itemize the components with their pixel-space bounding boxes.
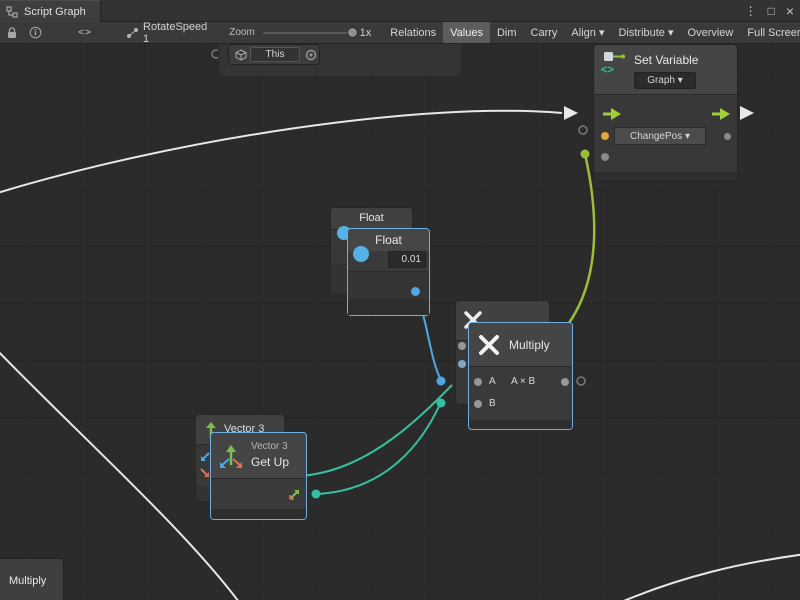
- node-title: Set Variable: [634, 53, 698, 67]
- port-float-output[interactable]: [411, 287, 420, 296]
- port-getup-output[interactable]: [312, 490, 321, 499]
- node-multiply[interactable]: Multiply A A × B B: [468, 322, 573, 430]
- carry-button[interactable]: Carry: [524, 22, 565, 44]
- node-footer: [211, 509, 306, 519]
- window-menu-icon[interactable]: ⋮: [745, 4, 757, 18]
- wire-getup-to-multiply-b: [316, 402, 441, 494]
- lock-icon[interactable]: [6, 26, 18, 39]
- wire-flow-bottom-right: [612, 554, 800, 600]
- tab-label: Script Graph: [24, 6, 86, 18]
- flow-arrow-into-setvariable[interactable]: [564, 106, 578, 120]
- tab-script-graph[interactable]: Script Graph: [0, 0, 101, 22]
- dim-button[interactable]: Dim: [490, 22, 524, 44]
- cube-icon: [235, 49, 247, 61]
- vector3-axes-icon: [217, 443, 245, 469]
- port-wire-end-teal[interactable]: [437, 399, 446, 408]
- script-graph-icon: [6, 6, 18, 18]
- node-title: Float: [331, 208, 412, 224]
- node-multiply-corner[interactable]: Multiply: [0, 558, 64, 600]
- distribute-dropdown-button[interactable]: Distribute ▾: [611, 22, 680, 44]
- flow-arrow-out-right[interactable]: [740, 106, 754, 120]
- values-button[interactable]: Values: [443, 22, 490, 44]
- maximize-icon[interactable]: □: [768, 4, 775, 18]
- vector-value-icon: [287, 488, 301, 502]
- float-icon: [353, 246, 369, 262]
- close-icon[interactable]: ×: [786, 3, 794, 19]
- code-icon[interactable]: <>: [78, 27, 92, 38]
- node-type-label: Vector 3: [251, 441, 288, 452]
- port-setvariable-value[interactable]: [601, 153, 609, 161]
- port-ghost-a[interactable]: [458, 342, 466, 350]
- port-this-output[interactable]: [305, 49, 317, 61]
- node-title: Get Up: [251, 455, 289, 469]
- info-icon[interactable]: [29, 26, 42, 39]
- relations-button[interactable]: Relations: [383, 22, 443, 44]
- port-ghost-b[interactable]: [458, 360, 466, 368]
- float-value-input[interactable]: 0.01: [388, 251, 426, 268]
- node-footer: [348, 299, 429, 315]
- port-multiply-output[interactable]: [561, 378, 569, 386]
- node-getup[interactable]: Vector 3 Get Up: [210, 432, 307, 520]
- window-titlebar: Script Graph ⋮ □ ×: [0, 0, 800, 22]
- svg-text:<>: <>: [601, 64, 614, 76]
- zoom-value: 1x: [360, 27, 372, 39]
- graph-canvas[interactable]: This <> Set Variable Graph ▾: [0, 44, 800, 600]
- multiply-x-icon: [477, 333, 501, 357]
- node-footer: [594, 172, 737, 181]
- port-wire-end-olive[interactable]: [581, 150, 590, 159]
- node-footer: [469, 420, 572, 429]
- port-variable-name[interactable]: [601, 132, 609, 140]
- port-unconnected-multiply-right[interactable]: [577, 377, 585, 385]
- port-unconnected-setvariable-left[interactable]: [579, 126, 587, 134]
- graph-ref-icon: [126, 27, 139, 39]
- node-float[interactable]: Float 0.01: [347, 228, 430, 316]
- flow-output-arrow[interactable]: [711, 107, 731, 121]
- wire-flow-top: [0, 111, 562, 194]
- this-label[interactable]: This: [250, 47, 300, 62]
- node-title: Float: [348, 229, 429, 247]
- port-setvariable-output[interactable]: [724, 133, 731, 140]
- align-dropdown-button[interactable]: Align ▾: [564, 22, 611, 44]
- port-wire-end-blue[interactable]: [437, 377, 446, 386]
- overview-button[interactable]: Overview: [681, 22, 741, 44]
- input-b-label: B: [489, 398, 496, 409]
- port-multiply-b[interactable]: [474, 400, 482, 408]
- graph-toolbar: <> RotateSpeed 1 Zoom 1x Relations Value…: [0, 22, 800, 44]
- wire-multiply-to-setvariable: [546, 154, 594, 348]
- set-variable-icon: <>: [600, 50, 626, 76]
- flow-input-arrow[interactable]: [602, 107, 622, 121]
- zoom-slider[interactable]: [263, 32, 352, 34]
- zoom-slider-handle[interactable]: [347, 27, 358, 38]
- wire-getup-to-multiply-a: [300, 385, 452, 476]
- node-title: Multiply: [0, 559, 63, 587]
- port-multiply-a[interactable]: [474, 378, 482, 386]
- zoom-label: Zoom: [229, 27, 255, 38]
- graph-kind-dropdown[interactable]: Graph ▾: [634, 72, 696, 89]
- graph-name-label[interactable]: RotateSpeed 1: [143, 22, 207, 44]
- input-a-label: A: [489, 376, 496, 387]
- output-label: A × B: [511, 376, 535, 387]
- node-this[interactable]: This: [228, 44, 320, 65]
- node-title: Multiply: [509, 338, 550, 352]
- variable-dropdown[interactable]: ChangePos ▾: [614, 127, 706, 145]
- node-set-variable[interactable]: <> Set Variable Graph ▾ ChangePos ▾: [593, 44, 738, 182]
- fullscreen-button[interactable]: Full Screen: [740, 22, 800, 44]
